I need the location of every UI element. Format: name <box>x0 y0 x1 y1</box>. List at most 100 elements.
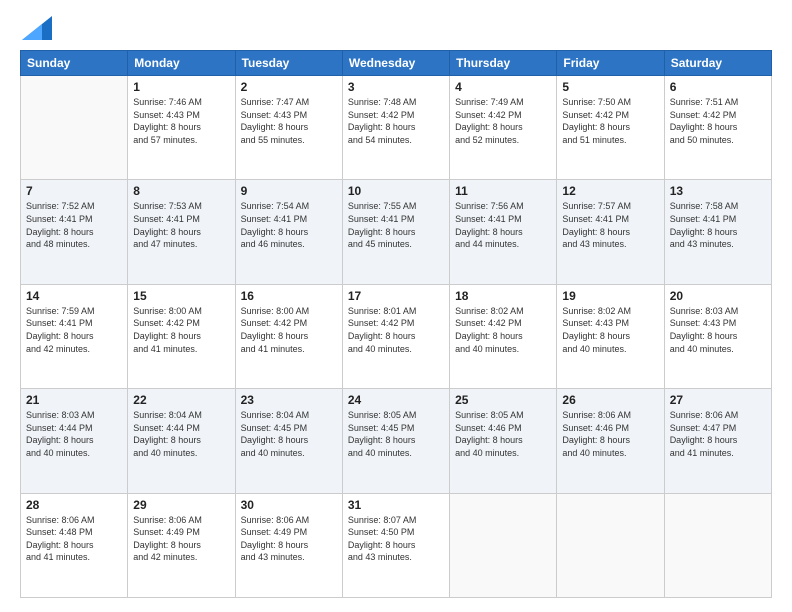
calendar-cell: 18Sunrise: 8:02 AM Sunset: 4:42 PM Dayli… <box>450 284 557 388</box>
day-info: Sunrise: 8:01 AM Sunset: 4:42 PM Dayligh… <box>348 305 444 355</box>
weekday-header: Monday <box>128 51 235 76</box>
calendar-cell: 12 Sunrise: 7:57 AM Sunset: 4:41 PM Dayli… <box>557 180 664 284</box>
calendar-cell: 24 Sunrise: 8:05 AM Sunset: 4:45 PM Dayli… <box>342 389 449 493</box>
day-info: Sunrise: 7:59 AM Sunset: 4:41 PM Dayligh… <box>26 305 122 355</box>
day-number: 25 <box>455 393 551 407</box>
calendar-cell: 23 Sunrise: 8:04 AM Sunset: 4:45 PM Dayli… <box>235 389 342 493</box>
day-info: Sunrise: 7:48 AM Sunset: 4:42 PM Dayligh… <box>348 96 444 146</box>
day-info: Sunrise: 7:50 AM Sunset: 4:42 PM Dayligh… <box>562 96 658 146</box>
day-info: Sunrise: 8:06 AM Sunset: 4:46 PM Dayligh… <box>562 409 658 459</box>
weekday-header: Thursday <box>450 51 557 76</box>
day-info: Sunrise: 7:57 AM Sunset: 4:41 PM Dayligh… <box>562 200 658 250</box>
header <box>20 18 772 40</box>
day-number: 5 <box>562 80 658 94</box>
day-info: Sunrise: 7:53 AM Sunset: 4:41 PM Dayligh… <box>133 200 229 250</box>
day-number: 10 <box>348 184 444 198</box>
day-info: Sunrise: 8:00 AM Sunset: 4:42 PM Dayligh… <box>133 305 229 355</box>
day-number: 17 <box>348 289 444 303</box>
calendar-cell: 22 Sunrise: 8:04 AM Sunset: 4:44 PM Dayli… <box>128 389 235 493</box>
day-number: 12 <box>562 184 658 198</box>
day-number: 13 <box>670 184 766 198</box>
calendar-week-row: 14 Sunrise: 7:59 AM Sunset: 4:41 PM Dayli… <box>21 284 772 388</box>
day-number: 22 <box>133 393 229 407</box>
calendar-cell: 19 Sunrise: 8:02 AM Sunset: 4:43 PM Dayli… <box>557 284 664 388</box>
weekday-header: Sunday <box>21 51 128 76</box>
weekday-header: Tuesday <box>235 51 342 76</box>
logo-icon <box>22 16 52 40</box>
day-number: 2 <box>241 80 337 94</box>
day-info: Sunrise: 8:03 AM Sunset: 4:43 PM Dayligh… <box>670 305 766 355</box>
day-info: Sunrise: 8:06 AM Sunset: 4:49 PM Dayligh… <box>133 514 229 564</box>
day-number: 15 <box>133 289 229 303</box>
calendar-cell: 30 Sunrise: 8:06 AM Sunset: 4:49 PM Dayli… <box>235 493 342 597</box>
calendar-cell: 27Sunrise: 8:06 AM Sunset: 4:47 PM Dayli… <box>664 389 771 493</box>
day-info: Sunrise: 8:00 AM Sunset: 4:42 PM Dayligh… <box>241 305 337 355</box>
calendar-cell: 2 Sunrise: 7:47 AM Sunset: 4:43 PM Daylig… <box>235 76 342 180</box>
day-number: 24 <box>348 393 444 407</box>
calendar-cell: 10 Sunrise: 7:55 AM Sunset: 4:41 PM Dayli… <box>342 180 449 284</box>
day-info: Sunrise: 8:07 AM Sunset: 4:50 PM Dayligh… <box>348 514 444 564</box>
day-info: Sunrise: 7:47 AM Sunset: 4:43 PM Dayligh… <box>241 96 337 146</box>
day-number: 19 <box>562 289 658 303</box>
day-number: 23 <box>241 393 337 407</box>
day-number: 6 <box>670 80 766 94</box>
weekday-header-row: SundayMondayTuesdayWednesdayThursdayFrid… <box>21 51 772 76</box>
calendar-cell: 15 Sunrise: 8:00 AM Sunset: 4:42 PM Dayli… <box>128 284 235 388</box>
calendar-cell: 1Sunrise: 7:46 AM Sunset: 4:43 PM Daylig… <box>128 76 235 180</box>
day-number: 16 <box>241 289 337 303</box>
calendar-cell: 7Sunrise: 7:52 AM Sunset: 4:41 PM Daylig… <box>21 180 128 284</box>
calendar-cell: 20Sunrise: 8:03 AM Sunset: 4:43 PM Dayli… <box>664 284 771 388</box>
calendar-week-row: 28 Sunrise: 8:06 AM Sunset: 4:48 PM Dayli… <box>21 493 772 597</box>
day-number: 26 <box>562 393 658 407</box>
day-number: 7 <box>26 184 122 198</box>
calendar-week-row: 1Sunrise: 7:46 AM Sunset: 4:43 PM Daylig… <box>21 76 772 180</box>
calendar-cell: 21 Sunrise: 8:03 AM Sunset: 4:44 PM Dayli… <box>21 389 128 493</box>
day-info: Sunrise: 7:58 AM Sunset: 4:41 PM Dayligh… <box>670 200 766 250</box>
day-info: Sunrise: 8:06 AM Sunset: 4:47 PM Dayligh… <box>670 409 766 459</box>
calendar-cell: 6 Sunrise: 7:51 AM Sunset: 4:42 PM Daylig… <box>664 76 771 180</box>
calendar-cell: 25 Sunrise: 8:05 AM Sunset: 4:46 PM Dayli… <box>450 389 557 493</box>
day-number: 21 <box>26 393 122 407</box>
calendar-cell: 3Sunrise: 7:48 AM Sunset: 4:42 PM Daylig… <box>342 76 449 180</box>
day-info: Sunrise: 8:05 AM Sunset: 4:45 PM Dayligh… <box>348 409 444 459</box>
day-info: Sunrise: 7:46 AM Sunset: 4:43 PM Dayligh… <box>133 96 229 146</box>
calendar-cell: 8Sunrise: 7:53 AM Sunset: 4:41 PM Daylig… <box>128 180 235 284</box>
weekday-header: Saturday <box>664 51 771 76</box>
calendar-cell: 17 Sunrise: 8:01 AM Sunset: 4:42 PM Dayli… <box>342 284 449 388</box>
calendar-cell: 28 Sunrise: 8:06 AM Sunset: 4:48 PM Dayli… <box>21 493 128 597</box>
day-number: 4 <box>455 80 551 94</box>
day-number: 18 <box>455 289 551 303</box>
day-info: Sunrise: 8:04 AM Sunset: 4:45 PM Dayligh… <box>241 409 337 459</box>
day-info: Sunrise: 7:56 AM Sunset: 4:41 PM Dayligh… <box>455 200 551 250</box>
page: SundayMondayTuesdayWednesdayThursdayFrid… <box>0 0 792 612</box>
calendar-cell: 9Sunrise: 7:54 AM Sunset: 4:41 PM Daylig… <box>235 180 342 284</box>
day-number: 14 <box>26 289 122 303</box>
day-info: Sunrise: 7:55 AM Sunset: 4:41 PM Dayligh… <box>348 200 444 250</box>
day-number: 11 <box>455 184 551 198</box>
day-number: 28 <box>26 498 122 512</box>
calendar-cell: 13 Sunrise: 7:58 AM Sunset: 4:41 PM Dayli… <box>664 180 771 284</box>
day-info: Sunrise: 8:06 AM Sunset: 4:49 PM Dayligh… <box>241 514 337 564</box>
day-number: 30 <box>241 498 337 512</box>
day-number: 31 <box>348 498 444 512</box>
day-info: Sunrise: 8:04 AM Sunset: 4:44 PM Dayligh… <box>133 409 229 459</box>
calendar-cell: 16 Sunrise: 8:00 AM Sunset: 4:42 PM Dayli… <box>235 284 342 388</box>
day-info: Sunrise: 8:02 AM Sunset: 4:43 PM Dayligh… <box>562 305 658 355</box>
day-info: Sunrise: 8:05 AM Sunset: 4:46 PM Dayligh… <box>455 409 551 459</box>
calendar-cell: 4 Sunrise: 7:49 AM Sunset: 4:42 PM Daylig… <box>450 76 557 180</box>
day-number: 29 <box>133 498 229 512</box>
calendar-cell: 14 Sunrise: 7:59 AM Sunset: 4:41 PM Dayli… <box>21 284 128 388</box>
day-info: Sunrise: 7:51 AM Sunset: 4:42 PM Dayligh… <box>670 96 766 146</box>
calendar-table: SundayMondayTuesdayWednesdayThursdayFrid… <box>20 50 772 598</box>
calendar-cell: 5 Sunrise: 7:50 AM Sunset: 4:42 PM Daylig… <box>557 76 664 180</box>
calendar-cell: 11 Sunrise: 7:56 AM Sunset: 4:41 PM Dayli… <box>450 180 557 284</box>
calendar-cell <box>557 493 664 597</box>
day-info: Sunrise: 8:06 AM Sunset: 4:48 PM Dayligh… <box>26 514 122 564</box>
day-info: Sunrise: 8:03 AM Sunset: 4:44 PM Dayligh… <box>26 409 122 459</box>
calendar-cell: 31 Sunrise: 8:07 AM Sunset: 4:50 PM Dayli… <box>342 493 449 597</box>
calendar-week-row: 21 Sunrise: 8:03 AM Sunset: 4:44 PM Dayli… <box>21 389 772 493</box>
calendar-cell: 26 Sunrise: 8:06 AM Sunset: 4:46 PM Dayli… <box>557 389 664 493</box>
calendar-cell: 29 Sunrise: 8:06 AM Sunset: 4:49 PM Dayli… <box>128 493 235 597</box>
day-info: Sunrise: 7:49 AM Sunset: 4:42 PM Dayligh… <box>455 96 551 146</box>
calendar-cell <box>450 493 557 597</box>
